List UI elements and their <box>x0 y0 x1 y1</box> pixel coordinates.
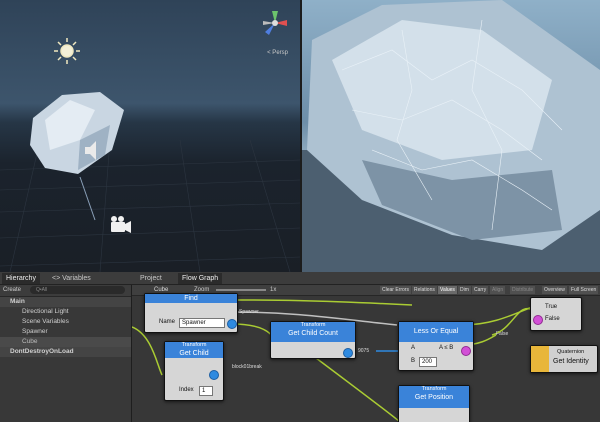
hierarchy-item-dontdestroyonload[interactable]: DontDestroyOnLoad <box>0 347 131 357</box>
hierarchy-item-cube[interactable]: Cube <box>0 337 131 347</box>
get-child-output-pin[interactable] <box>209 370 219 380</box>
orientation-gizmo-icon[interactable] <box>260 8 290 38</box>
hierarchy-item-main[interactable]: Main <box>0 297 131 307</box>
hierarchy-item-directional-light[interactable]: Directional Light <box>0 307 131 317</box>
less-or-equal-relation: A ≤ B <box>439 345 454 351</box>
create-dropdown[interactable]: Create <box>3 287 21 293</box>
hierarchy-search-input[interactable]: Q•All <box>30 286 125 294</box>
get-identity-category: Quaternion <box>557 349 585 355</box>
branch-node[interactable]: True False <box>530 297 582 331</box>
find-name-input[interactable]: Spawner <box>179 318 225 328</box>
perspective-label[interactable]: < Persp <box>267 50 288 56</box>
game-canvas <box>302 0 600 272</box>
get-child-count-output-pin[interactable] <box>343 348 353 358</box>
less-or-equal-title: Less Or Equal <box>399 322 473 342</box>
get-position-title: Transform Get Position <box>399 386 469 408</box>
get-identity-title: Get Identity <box>553 358 589 365</box>
get-child-output-value: block01break <box>232 364 262 370</box>
tab-project[interactable]: Project <box>136 273 166 284</box>
less-or-equal-output-pin[interactable] <box>461 346 471 356</box>
tab-hierarchy[interactable]: Hierarchy <box>2 273 40 284</box>
camera-icon <box>111 216 131 233</box>
rock-object <box>30 92 124 174</box>
branch-true-label: True <box>545 304 558 310</box>
get-identity-node[interactable]: Quaternion Get Identity <box>530 345 598 373</box>
hierarchy-item-spawner[interactable]: Spawner <box>0 327 131 337</box>
find-output-value: Spawner <box>239 309 259 315</box>
tab-variables[interactable]: <> Variables <box>48 273 95 284</box>
quaternion-icon <box>531 346 549 372</box>
less-or-equal-node[interactable]: Less Or Equal A A ≤ B B 200 <box>398 321 474 371</box>
branch-condition-pin[interactable] <box>533 315 543 325</box>
less-or-equal-result: False <box>496 331 509 337</box>
get-child-node-title: Transform Get Child <box>165 342 223 358</box>
get-child-count-node-title: Transform Get Child Count <box>271 322 355 342</box>
directional-light-icon <box>54 38 80 64</box>
hierarchy-toolbar: Create Q•All <box>0 285 131 297</box>
get-child-count-value: 9075 <box>358 348 370 354</box>
less-or-equal-b-label: B <box>411 358 416 364</box>
get-child-node[interactable]: Transform Get Child Index 1 <box>164 341 224 401</box>
less-or-equal-a-label: A <box>411 345 416 351</box>
flow-graph-panel[interactable]: Cube Zoom 1x Clear Errors Relations Valu… <box>132 285 600 422</box>
hierarchy-item-scene-variables[interactable]: Scene Variables <box>0 317 131 327</box>
less-or-equal-b-input[interactable]: 200 <box>419 357 437 367</box>
get-child-index-input[interactable]: 1 <box>199 386 213 396</box>
get-child-count-node[interactable]: Transform Get Child Count <box>270 321 356 359</box>
tab-flow-graph[interactable]: Flow Graph <box>178 273 223 284</box>
game-view <box>302 0 600 272</box>
branch-false-label: False <box>545 316 560 322</box>
get-position-node[interactable]: Transform Get Position <box>398 385 470 422</box>
get-child-index-label: Index <box>179 387 194 393</box>
hierarchy-panel: Create Q•All Main Directional Light Scen… <box>0 285 132 422</box>
find-node-title: Find <box>145 294 237 303</box>
scene-canvas <box>0 38 300 272</box>
find-name-label: Name <box>159 319 176 325</box>
find-output-pin[interactable] <box>227 319 237 329</box>
panel-tab-bar: Hierarchy <> Variables Project Flow Grap… <box>0 272 600 285</box>
find-node[interactable]: Find Name Spawner <box>144 293 238 333</box>
scene-view[interactable]: < Persp <box>0 0 300 272</box>
